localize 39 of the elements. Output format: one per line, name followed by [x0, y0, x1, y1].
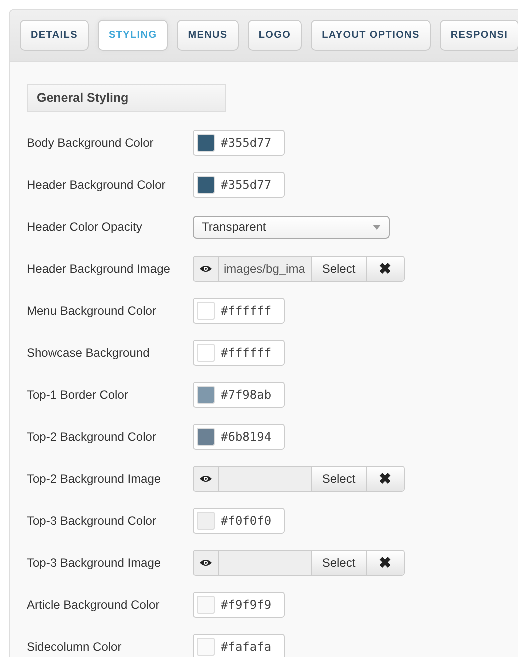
color-swatch[interactable]	[197, 596, 215, 614]
field-label: Menu Background Color	[27, 304, 158, 318]
field-label: Article Background Color	[27, 598, 161, 612]
color-swatch[interactable]	[197, 512, 215, 530]
color-field[interactable]: #6b8194	[193, 424, 285, 450]
color-swatch[interactable]	[197, 428, 215, 446]
field-label: Top-3 Background Color	[27, 514, 158, 528]
color-field[interactable]: #355d77	[193, 172, 285, 198]
tab[interactable]: DETAILS	[20, 20, 89, 51]
color-swatch[interactable]	[197, 386, 215, 404]
color-swatch[interactable]	[197, 344, 215, 362]
color-field[interactable]: #ffffff	[193, 340, 285, 366]
field-label: Top-3 Background Image	[27, 556, 162, 570]
caret-icon	[373, 224, 381, 230]
color-field[interactable]: #fafafa	[193, 634, 285, 657]
field-label: Header Background Image	[27, 262, 172, 276]
field-label: Body Background Color	[27, 136, 155, 150]
field-label: Top-2 Background Color	[27, 430, 158, 444]
color-swatch[interactable]	[197, 176, 215, 194]
field-label: Top-1 Border Color	[27, 388, 130, 402]
dropdown[interactable]: Transparent	[193, 216, 390, 238]
color-field[interactable]: #f0f0f0	[193, 508, 285, 534]
field-label: Top-2 Background Image	[27, 472, 162, 486]
color-field[interactable]: #f9f9f9	[193, 592, 285, 618]
section-header: General Styling	[27, 84, 226, 112]
field-label: Header Background Color	[27, 178, 167, 192]
tab[interactable]: RESPONSI	[440, 20, 518, 51]
color-field[interactable]: #ffffff	[193, 298, 285, 324]
color-swatch[interactable]	[197, 638, 215, 656]
field-label: Showcase Background	[27, 346, 151, 360]
field-label: Sidecolumn Color	[27, 640, 123, 654]
color-swatch[interactable]	[197, 134, 215, 152]
tab[interactable]: LOGO	[248, 20, 302, 51]
field-label: Header Color Opacity	[27, 220, 144, 234]
tab[interactable]: MENUS	[177, 20, 239, 51]
color-swatch[interactable]	[197, 302, 215, 320]
color-field[interactable]: #355d77	[193, 130, 285, 156]
tab[interactable]: LAYOUT OPTIONS	[311, 20, 431, 51]
color-field[interactable]: #7f98ab	[193, 382, 285, 408]
